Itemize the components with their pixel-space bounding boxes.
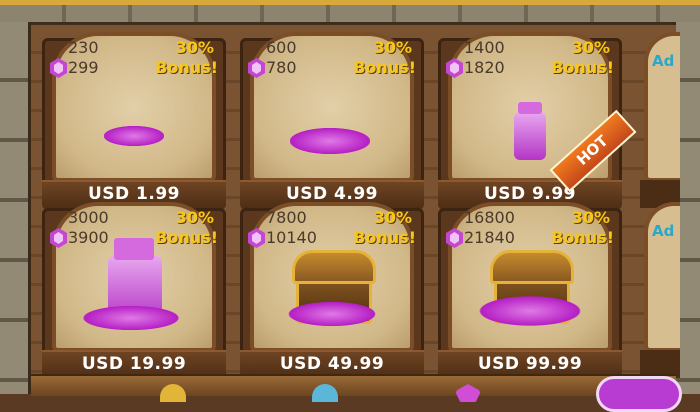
bonus-percent: 30% <box>175 208 214 227</box>
bonus-percent: 30% <box>175 38 214 57</box>
gold-rim <box>0 0 700 5</box>
stone-frame-left <box>0 22 31 394</box>
new-gem-amount: 3900 <box>68 228 109 247</box>
gem-pile-icon <box>282 300 382 328</box>
bonus-label: Bonus! <box>551 58 614 77</box>
old-gem-amount: 7800 <box>266 208 307 227</box>
bonus-percent: 30% <box>373 208 412 227</box>
stone-frame-top <box>0 0 700 25</box>
offer-card-2[interactable]: 600 780 30% Bonus! USD 4.99 <box>240 30 424 210</box>
gem-pile-icon <box>290 120 370 154</box>
bonus-percent: 30% <box>571 38 610 57</box>
gem-pile-icon <box>76 304 186 332</box>
price-label[interactable]: USD 19.99 <box>42 354 226 374</box>
bonus-percent: 30% <box>373 38 412 57</box>
new-gem-amount: 780 <box>266 58 297 77</box>
new-gem-amount: 299 <box>68 58 99 77</box>
offer-card-1[interactable]: 230 299 30% Bonus! USD 1.99 <box>42 30 226 210</box>
old-gem-amount: 600 <box>266 38 297 57</box>
bonus-label: Bonus! <box>155 58 218 77</box>
old-gem-amount: 1400 <box>464 38 505 57</box>
chat-button[interactable] <box>596 376 682 412</box>
small-gem-pile-icon <box>104 118 164 148</box>
offer-card-5[interactable]: 7800 10140 30% Bonus! USD 49.99 <box>240 200 424 380</box>
offer-card-6[interactable]: 16800 21840 30% Bonus! USD 99.99 <box>438 200 622 380</box>
old-gem-amount: 3000 <box>68 208 109 227</box>
offer-card-3[interactable]: 1400 1820 30% Bonus! USD 9.99 <box>438 30 622 210</box>
bonus-label: Bonus! <box>353 58 416 77</box>
ad-label: Ad <box>652 52 675 70</box>
price-label[interactable]: USD 49.99 <box>240 354 424 374</box>
partial-offer-card-1[interactable]: Ad <box>640 30 680 208</box>
bottom-tab-bar <box>31 374 676 396</box>
bonus-percent: 30% <box>571 208 610 227</box>
partial-offer-card-2[interactable]: Ad <box>640 200 680 378</box>
gem-pile-icon <box>472 294 588 328</box>
ad-label: Ad <box>652 222 675 240</box>
offer-card-4[interactable]: 3000 3900 30% Bonus! USD 19.99 <box>42 200 226 380</box>
price-label[interactable]: USD 99.99 <box>438 354 622 374</box>
old-gem-amount: 230 <box>68 38 99 57</box>
old-gem-amount: 16800 <box>464 208 515 227</box>
new-gem-amount: 1820 <box>464 58 505 77</box>
gem-jar-icon <box>510 102 550 164</box>
